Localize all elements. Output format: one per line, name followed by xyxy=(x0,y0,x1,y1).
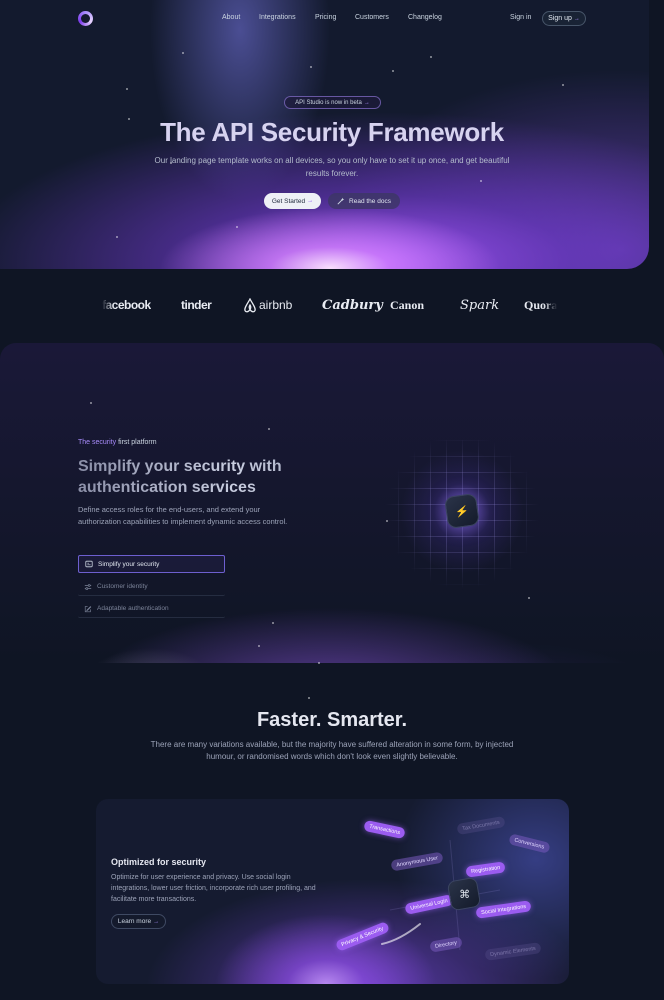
arrow-right-icon: → xyxy=(153,918,160,925)
command-glyph: ⌘ xyxy=(458,888,470,901)
tab-label: Simplify your security xyxy=(98,560,160,568)
hero-title: The API Security Framework xyxy=(160,117,504,147)
logo-tinder: tinder xyxy=(181,298,212,312)
tab-simplify-security[interactable]: Simplify your security xyxy=(78,555,225,573)
get-started-label: Get Started xyxy=(271,197,306,205)
sliders-icon xyxy=(84,583,92,590)
nav-link-integrations[interactable]: Integrations xyxy=(259,14,296,21)
tab-customer-identity[interactable]: Customer identity xyxy=(78,578,225,596)
star-dot xyxy=(480,180,482,182)
faster-smarter-title: Faster. Smarter. xyxy=(256,709,408,731)
read-docs-label: Read the docs xyxy=(349,197,391,205)
star-dot xyxy=(392,70,394,72)
card-description: Optimize for user experience and privacy… xyxy=(111,874,316,903)
read-docs-button[interactable]: Read the docs xyxy=(328,193,400,209)
learn-more-label: Learn more xyxy=(117,918,152,925)
terminal-icon xyxy=(85,560,93,568)
beta-badge-label: API Studio is now in beta xyxy=(295,99,362,106)
logo-facebook: facebook xyxy=(102,298,151,312)
card-title: Optimized for security xyxy=(111,857,207,867)
star-dot xyxy=(430,56,432,58)
logo-canon: Canon xyxy=(390,298,425,312)
nav-link-customers[interactable]: Customers xyxy=(355,14,389,21)
tab-adaptable-authentication[interactable]: Adaptable authentication xyxy=(78,600,225,618)
tab-label: Customer identity xyxy=(97,583,148,590)
logo-airbnb: airbnb xyxy=(259,298,293,312)
signin-link[interactable]: Sign in xyxy=(510,14,531,21)
faster-smarter-subtitle: There are many variations available, but… xyxy=(150,740,514,761)
get-started-button[interactable]: Get Started → xyxy=(264,193,321,209)
feature-title: Simplify your security with authenticati… xyxy=(78,456,338,498)
star-dot xyxy=(318,662,320,664)
learn-more-button[interactable]: Learn more → xyxy=(111,914,166,929)
command-icon: ⌘ xyxy=(446,876,482,912)
star-dot xyxy=(310,66,312,68)
star-dot xyxy=(268,428,270,430)
logo-cadbury: Cadbury xyxy=(322,298,383,313)
section-kicker: The security first platform xyxy=(78,439,157,446)
tab-label: Adaptable authentication xyxy=(97,605,169,612)
logo-spark: Spark xyxy=(460,298,500,313)
signup-label: Sign up xyxy=(548,15,572,22)
nav-link-changelog[interactable]: Changelog xyxy=(408,14,442,21)
star-dot xyxy=(562,84,564,86)
signup-button[interactable]: Sign up → xyxy=(542,11,586,26)
kicker-accent: The security xyxy=(78,439,117,446)
arrow-right-icon: → xyxy=(363,99,370,106)
brand-logo-icon[interactable] xyxy=(78,11,93,26)
feature-description: Define access roles for the end-users, a… xyxy=(78,505,288,526)
magic-wand-icon xyxy=(337,197,345,205)
star-dot xyxy=(126,88,128,90)
lightning-bolt-icon: ⚡ xyxy=(443,492,481,530)
star-dot xyxy=(182,52,184,54)
nav-link-pricing[interactable]: Pricing xyxy=(315,14,336,21)
edit-icon xyxy=(84,605,92,612)
hero-subtitle: Our landing page template works on all d… xyxy=(154,156,510,178)
star-dot xyxy=(528,597,530,599)
kicker-rest: first platform xyxy=(116,439,157,446)
star-dot xyxy=(308,697,310,699)
star-dot xyxy=(236,226,238,228)
arrow-right-icon: → xyxy=(573,15,580,22)
nav-link-about[interactable]: About xyxy=(222,14,240,21)
star-dot xyxy=(90,402,92,404)
center-glyph: ⚡ xyxy=(455,505,469,518)
beta-badge[interactable]: API Studio is now in beta → xyxy=(284,96,381,109)
logo-quora: Quora xyxy=(524,298,558,312)
star-dot xyxy=(116,236,118,238)
airbnb-logo-icon xyxy=(243,297,257,313)
star-dot xyxy=(258,645,260,647)
star-dot xyxy=(272,622,274,624)
arrow-right-icon: → xyxy=(307,198,314,204)
